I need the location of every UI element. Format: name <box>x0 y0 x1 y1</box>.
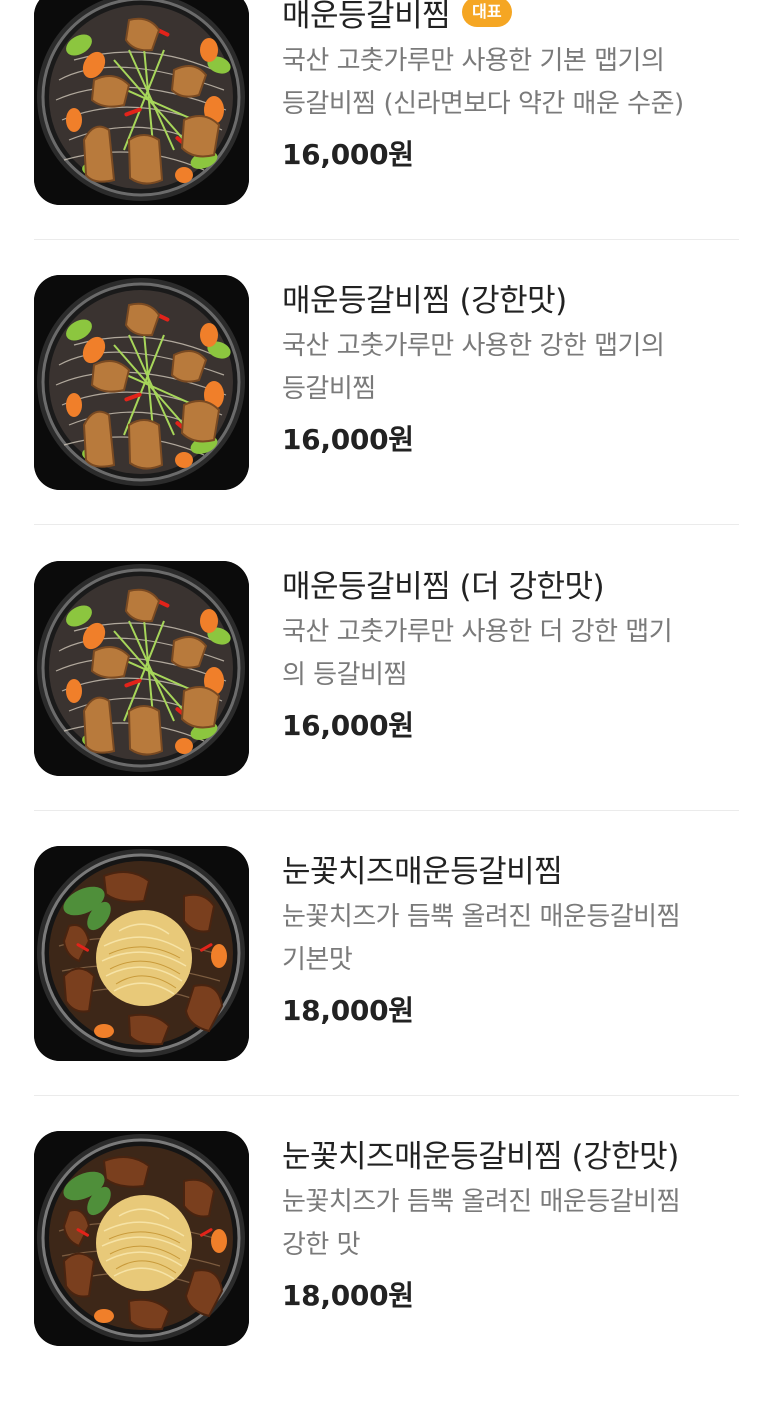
menu-item-price: 16,000원 <box>282 709 414 742</box>
menu-item-description-line: 국산 고춧가루만 사용한 강한 맵기의 <box>282 331 665 361</box>
menu-item[interactable]: 눈꽃치즈매운등갈비찜 (강한맛) 눈꽃치즈가 듬뿍 올려진 매운등갈비찜 강한 … <box>34 1131 739 1417</box>
menu-item-price: 16,000원 <box>282 138 414 171</box>
signature-badge: 대표 <box>462 0 512 27</box>
menu-item-name-row: 매운등갈비찜 (강한맛) <box>282 275 742 319</box>
menu-item-name: 매운등갈비찜 <box>282 0 451 34</box>
menu-item-description-line: 국산 고춧가루만 사용한 기본 맵기의 <box>282 46 665 76</box>
menu-item-description-line: 국산 고춧가루만 사용한 더 강한 맵기 <box>282 617 673 647</box>
menu-item-image-spicy-ribs[interactable] <box>34 275 249 490</box>
menu-item[interactable]: 매운등갈비찜 (더 강한맛) 국산 고춧가루만 사용한 더 강한 맵기 의 등갈… <box>34 561 739 847</box>
menu-item-description: 눈꽃치즈가 듬뿍 올려진 매운등갈비찜 강한 맛 <box>282 1181 742 1267</box>
menu-item[interactable]: 매운등갈비찜 대표 국산 고춧가루만 사용한 기본 맵기의 등갈비찜 (신라면보… <box>34 0 739 276</box>
menu-item-description-line: 눈꽃치즈가 듬뿍 올려진 매운등갈비찜 <box>282 902 681 932</box>
divider <box>34 239 739 240</box>
menu-item-name: 매운등갈비찜 (더 강한맛) <box>282 568 605 605</box>
menu-item-description-line: 등갈비찜 <box>282 374 376 404</box>
menu-item-price: 18,000원 <box>282 1279 414 1312</box>
menu-item-info: 눈꽃치즈매운등갈비찜 (강한맛) 눈꽃치즈가 듬뿍 올려진 매운등갈비찜 강한 … <box>282 1131 742 1314</box>
menu-item-description-line: 기본맛 <box>282 945 353 975</box>
menu-item-name: 눈꽃치즈매운등갈비찜 (강한맛) <box>282 1138 679 1175</box>
menu-item-image-spicy-ribs[interactable] <box>34 0 249 205</box>
menu-item-description-line: 강한 맛 <box>282 1230 361 1260</box>
menu-item-info: 매운등갈비찜 (더 강한맛) 국산 고춧가루만 사용한 더 강한 맵기 의 등갈… <box>282 561 742 744</box>
menu-item-name-row: 눈꽃치즈매운등갈비찜 (강한맛) <box>282 1131 742 1175</box>
menu-item-image-cheese-ribs[interactable] <box>34 1131 249 1346</box>
menu-item-price: 16,000원 <box>282 423 414 456</box>
menu-item-image-spicy-ribs[interactable] <box>34 561 249 776</box>
menu-item-name-row: 매운등갈비찜 대표 <box>282 0 742 34</box>
menu-item-price: 18,000원 <box>282 994 414 1027</box>
menu-item-description-line: 눈꽃치즈가 듬뿍 올려진 매운등갈비찜 <box>282 1187 681 1217</box>
divider <box>34 1095 739 1096</box>
menu-item-description-line: 등갈비찜 (신라면보다 약간 매운 수준) <box>282 89 684 119</box>
menu-item-description: 국산 고춧가루만 사용한 강한 맵기의 등갈비찜 <box>282 325 742 411</box>
menu-item-info: 매운등갈비찜 대표 국산 고춧가루만 사용한 기본 맵기의 등갈비찜 (신라면보… <box>282 0 742 173</box>
menu-item-name: 매운등갈비찜 (강한맛) <box>282 282 567 319</box>
menu-item-description: 국산 고춧가루만 사용한 기본 맵기의 등갈비찜 (신라면보다 약간 매운 수준… <box>282 40 742 126</box>
menu-item-name-row: 눈꽃치즈매운등갈비찜 <box>282 846 742 890</box>
menu-item-name: 눈꽃치즈매운등갈비찜 <box>282 853 563 890</box>
divider <box>34 524 739 525</box>
menu-item-image-cheese-ribs[interactable] <box>34 846 249 1061</box>
divider <box>34 810 739 811</box>
menu-item[interactable]: 눈꽃치즈매운등갈비찜 눈꽃치즈가 듬뿍 올려진 매운등갈비찜 기본맛 18,00… <box>34 846 739 1132</box>
menu-item-info: 눈꽃치즈매운등갈비찜 눈꽃치즈가 듬뿍 올려진 매운등갈비찜 기본맛 18,00… <box>282 846 742 1029</box>
menu-item-description: 눈꽃치즈가 듬뿍 올려진 매운등갈비찜 기본맛 <box>282 896 742 982</box>
menu-item[interactable]: 매운등갈비찜 (강한맛) 국산 고춧가루만 사용한 강한 맵기의 등갈비찜 16… <box>34 275 739 561</box>
menu-item-info: 매운등갈비찜 (강한맛) 국산 고춧가루만 사용한 강한 맵기의 등갈비찜 16… <box>282 275 742 458</box>
menu-item-description-line: 의 등갈비찜 <box>282 660 407 690</box>
menu-item-name-row: 매운등갈비찜 (더 강한맛) <box>282 561 742 605</box>
menu-item-description: 국산 고춧가루만 사용한 더 강한 맵기 의 등갈비찜 <box>282 611 742 697</box>
